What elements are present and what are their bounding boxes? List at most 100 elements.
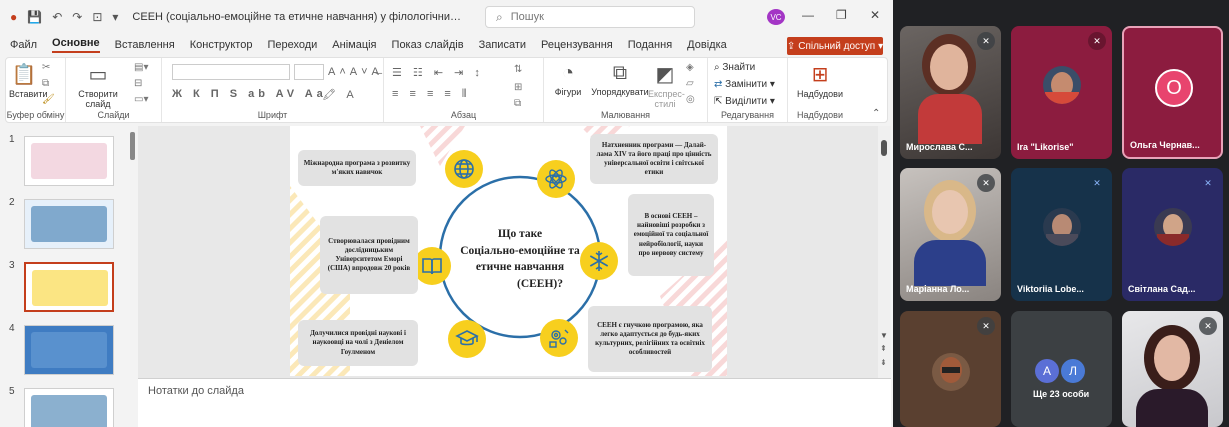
clipboard-group-label: Буфер обміну: [6, 110, 65, 120]
close-icon[interactable]: ✕: [870, 8, 880, 22]
participant-tile-5[interactable]: ✕ Viktoriia Lobe...: [1011, 168, 1112, 301]
tab-4[interactable]: Переходи: [267, 39, 317, 51]
quick-styles-button[interactable]: ◩ Експрес- стилі: [648, 62, 685, 109]
notes-pane[interactable]: Нотатки до слайда: [138, 378, 891, 427]
slide-thumbnail-5[interactable]: [24, 388, 114, 427]
slide-thumbnails-pane: 1 2 3 4 5: [0, 126, 135, 427]
shapes-button[interactable]: ◔ Фігури: [548, 62, 588, 97]
font-name-select[interactable]: [172, 64, 290, 80]
tab-1[interactable]: Основне: [52, 37, 100, 53]
addins-label: Надбудови: [797, 89, 843, 99]
section-icon[interactable]: ▭▾: [134, 94, 148, 105]
participant-tile-1[interactable]: ✕ Мирослава С...: [900, 26, 1001, 159]
participant-tile-2[interactable]: ✕ Ira "Likorise": [1011, 26, 1112, 159]
cut-icon[interactable]: ✂: [42, 62, 50, 73]
current-slide[interactable]: Міжнародна програма з розвитку м'яких на…: [290, 126, 727, 376]
paragraph-group: ☰ ☷ ⇤ ⇥ ↕ ≡ ≡ ≡ ≡ ⫴ ⇅ ⊞ ⧉ Абзац: [384, 58, 544, 122]
editing-group: ⌕ Знайти ⇄ Замінити ▾ ⇱ Виділити ▾ Редаг…: [708, 58, 788, 122]
tab-5[interactable]: Анімація: [332, 39, 376, 51]
heart-atom-icon: [537, 160, 575, 198]
font-group: A˄A˅A̶ Ж К П S ab AV Aa 🖍 A Шрифт: [162, 58, 384, 122]
slide-thumbnail-4[interactable]: [24, 325, 114, 375]
share-icon: ⇪: [786, 40, 796, 52]
text-direction-icon[interactable]: ⇅: [514, 64, 522, 75]
customize-toolbar-icon[interactable]: ▾: [112, 10, 118, 24]
thumbnail-number: 5: [9, 386, 15, 397]
font-size-buttons[interactable]: A˄A˅A̶: [328, 66, 383, 78]
format-painter-icon[interactable]: 🖌: [42, 94, 55, 105]
participant-name: Маріанна Ло...: [906, 284, 970, 294]
select-button[interactable]: ⇱ Виділити ▾: [714, 96, 775, 107]
layout-icon[interactable]: ▤▾: [134, 62, 148, 73]
shape-outline-icon[interactable]: ▱: [686, 78, 694, 89]
graduation-cap-icon: [448, 320, 486, 358]
prev-slide-icon[interactable]: ⇞: [880, 344, 887, 353]
slides-group-label: Слайди: [97, 110, 130, 120]
next-slide-icon[interactable]: ⇟: [880, 358, 887, 367]
font-size-select[interactable]: [294, 64, 324, 80]
drawing-group: ◔ Фігури ⧉ Упорядкувати ◩ Експрес- стилі…: [544, 58, 708, 122]
shape-effects-icon[interactable]: ◎: [686, 94, 695, 105]
slide-scrollbar[interactable]: ▼ ⇞ ⇟: [878, 126, 891, 378]
tab-10[interactable]: Довідка: [687, 39, 727, 51]
search-input[interactable]: ⌕ Пошук: [485, 6, 695, 28]
search-placeholder: Пошук: [510, 11, 544, 23]
participant-tile-9[interactable]: ✕: [1122, 311, 1223, 427]
minimize-icon[interactable]: —: [802, 8, 814, 22]
addins-button[interactable]: ⊞ Надбудови: [792, 62, 848, 99]
shapes-icon: ◔: [561, 62, 575, 84]
new-slide-button[interactable]: ▭ Створити слайд: [76, 62, 120, 109]
redo-icon[interactable]: ↷: [72, 10, 82, 24]
ribbon: 📋 Вставити ✂ ⧉ 🖌 Буфер обміну ▭ Створити…: [5, 57, 888, 123]
tab-8[interactable]: Рецензування: [541, 39, 613, 51]
smartart-icon[interactable]: ⧉: [514, 98, 521, 109]
participant-tile-3[interactable]: О Ольга Чернав...: [1122, 26, 1223, 159]
tab-0[interactable]: Файл: [10, 39, 37, 51]
font-format-buttons[interactable]: Ж К П S ab AV Aa: [172, 88, 327, 100]
scrollbar-thumb[interactable]: [881, 140, 887, 156]
share-button[interactable]: ⇪ Спільний доступ ▾: [787, 37, 883, 55]
participant-tile-4[interactable]: ✕ Маріанна Ло...: [900, 168, 1001, 301]
find-button[interactable]: ⌕ Знайти: [714, 62, 755, 73]
copy-icon[interactable]: ⧉: [42, 78, 49, 89]
paste-icon: 📋: [11, 64, 37, 86]
undo-icon[interactable]: ↶: [52, 10, 62, 24]
scroll-down-icon[interactable]: ▼: [880, 331, 888, 340]
meeting-participants-panel: ✕ Мирослава С... ✕ Ira "Likorise" О Ольг…: [893, 0, 1229, 427]
participant-tile-7[interactable]: ✕: [900, 311, 1001, 427]
slides-group: ▭ Створити слайд ▤▾ ⊟ ▭▾ Слайди: [66, 58, 162, 122]
restore-icon[interactable]: ❐: [836, 8, 847, 22]
paste-button[interactable]: 📋 Вставити: [9, 62, 48, 99]
mic-off-icon: ✕: [1199, 317, 1217, 335]
more-participants-tile[interactable]: А Л Ще 23 особи: [1011, 311, 1112, 427]
center-title-line-4: (СЕЕН)?: [517, 278, 563, 291]
replace-button[interactable]: ⇄ Замінити ▾: [714, 79, 775, 90]
participant-tile-6[interactable]: ✕ Світлана Сад...: [1122, 168, 1223, 301]
thumbnail-number: 1: [9, 134, 15, 145]
align-text-icon[interactable]: ⊞: [514, 82, 522, 93]
autosave-icon[interactable]: ●: [10, 10, 17, 24]
tab-2[interactable]: Вставлення: [115, 39, 175, 51]
font-color-buttons[interactable]: 🖍 A: [322, 88, 358, 101]
participant-name: Viktoriia Lobe...: [1017, 284, 1084, 294]
list-buttons[interactable]: ☰ ☷ ⇤ ⇥ ↕: [392, 66, 484, 79]
thumbnail-number: 3: [9, 260, 15, 271]
tab-3[interactable]: Конструктор: [190, 39, 253, 51]
present-icon[interactable]: ⊡: [92, 10, 102, 24]
slide-thumbnail-1[interactable]: [24, 136, 114, 186]
tab-6[interactable]: Показ слайдів: [392, 39, 464, 51]
replace-label: Замінити: [725, 79, 768, 90]
tab-7[interactable]: Записати: [479, 39, 526, 51]
align-buttons[interactable]: ≡ ≡ ≡ ≡ ⫴: [392, 88, 471, 101]
user-avatar[interactable]: VC: [767, 9, 785, 25]
collapse-ribbon-icon[interactable]: ⌃: [872, 108, 880, 119]
shape-fill-icon[interactable]: ◈: [686, 62, 694, 73]
slide-thumbnail-3[interactable]: [24, 262, 114, 312]
thumbnails-scrollbar[interactable]: [130, 132, 135, 160]
tab-9[interactable]: Подання: [628, 39, 672, 51]
arrange-button[interactable]: ⧉ Упорядкувати: [590, 62, 650, 97]
save-icon[interactable]: 💾: [27, 10, 42, 24]
slide-thumbnail-2[interactable]: [24, 199, 114, 249]
reset-icon[interactable]: ⊟: [134, 78, 142, 89]
mic-off-icon: ✕: [977, 174, 995, 192]
